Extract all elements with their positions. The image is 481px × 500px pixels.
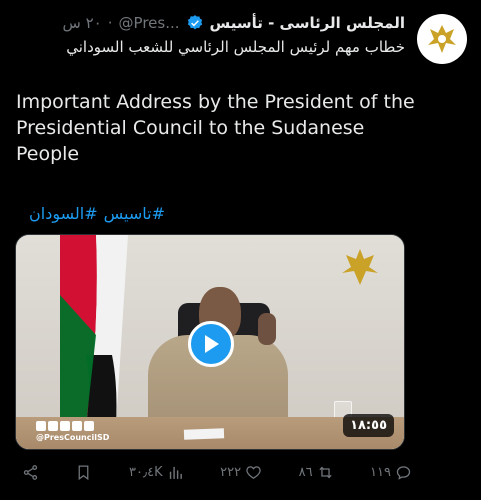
speaker-hand [258, 313, 276, 345]
post-time[interactable]: ٢٠ س [63, 14, 102, 32]
views-chart-icon [169, 466, 182, 479]
hashtag-link[interactable]: #السودان [29, 204, 98, 223]
views-button[interactable]: ٣٠٫٤K [129, 464, 184, 481]
avatar[interactable] [417, 14, 467, 64]
heart-icon [246, 465, 261, 479]
watermark-handle: @PresCouncilSD [36, 433, 110, 442]
verified-badge-icon [187, 15, 202, 30]
facebook-icon [36, 421, 46, 431]
account-handle[interactable]: @Pres... [119, 14, 180, 32]
hashtag-link[interactable]: #تاسيس [104, 204, 165, 223]
like-button[interactable]: ٢٢٢ [220, 464, 262, 481]
display-name[interactable]: المجلس الرئاسى - تأسيس [210, 14, 406, 32]
video-player[interactable]: @PresCouncilSD ١٨:٥٥ [15, 234, 405, 450]
repost-button[interactable]: ٨٦ [299, 464, 334, 481]
reply-count: ١١٩ [370, 464, 391, 480]
tweet-body: Important Address by the President of th… [16, 91, 415, 165]
telegram-icon [72, 421, 82, 431]
social-icons [36, 421, 94, 431]
bookmark-button[interactable] [75, 464, 92, 481]
repost-icon [318, 466, 332, 478]
tiktok-icon [84, 421, 94, 431]
emblem-icon [342, 249, 378, 285]
tweet-arabic-text: خطاب مهم لرئيس المجلس الرئاسي للشعب السو… [66, 38, 405, 56]
share-button[interactable] [22, 464, 39, 481]
reply-button[interactable]: ١١٩ [370, 464, 412, 481]
play-button[interactable] [188, 321, 234, 367]
share-icon [23, 464, 38, 480]
play-icon [205, 335, 219, 353]
bookmark-icon [79, 464, 89, 480]
repost-count: ٨٦ [298, 464, 313, 480]
action-bar: ٣٠٫٤K ٢٢٢ ٨٦ ١١٩ [22, 460, 412, 484]
like-count: ٢٢٢ [220, 464, 242, 480]
x-icon [48, 421, 58, 431]
tweet-card[interactable]: ٢٠ س · @Pres... المجلس الرئاسى - تأسيس خ… [0, 0, 481, 500]
video-duration: ١٨:٥٥ [343, 414, 394, 437]
views-count: ٣٠٫٤K [128, 464, 163, 480]
reply-icon [396, 465, 411, 480]
separator: · [107, 14, 113, 32]
sudan-flag-icon [60, 235, 128, 425]
paper-sheet [183, 428, 225, 440]
account-header: ٢٠ س · @Pres... المجلس الرئاسى - تأسيس [63, 12, 405, 34]
eagle-emblem-icon [428, 25, 456, 53]
hashtag-row: #تاسيس #السودان [29, 204, 165, 223]
instagram-icon [60, 421, 70, 431]
